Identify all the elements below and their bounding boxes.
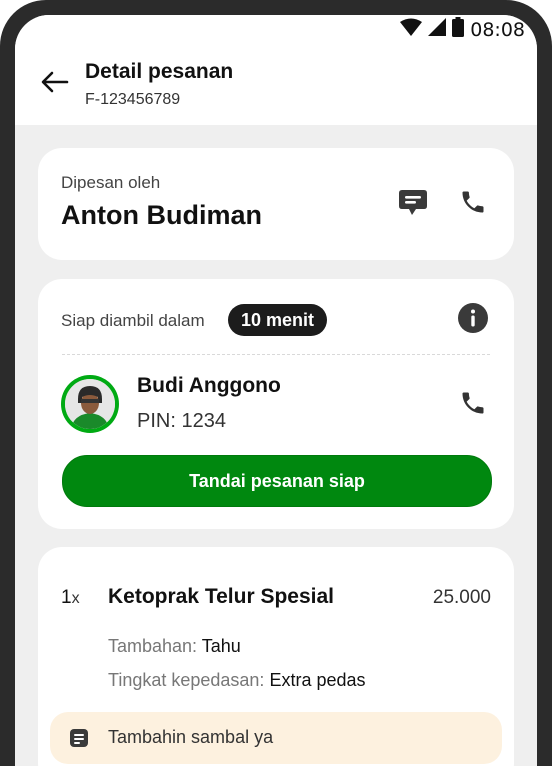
note-text: Tambahin sambal ya (108, 727, 274, 747)
info-icon (457, 302, 489, 339)
addon-label: Tingkat kepedasan: (108, 670, 265, 690)
item-price: 25.000 (432, 587, 491, 608)
battery-icon (452, 17, 465, 42)
customer-name: Anton Budiman (61, 200, 262, 230)
addon-row: Tambahan: Tahu (108, 636, 241, 657)
back-button[interactable] (37, 66, 73, 102)
arrow-left-icon (41, 71, 69, 98)
customer-card: Dipesan oleh Anton Budiman (38, 148, 514, 260)
note-icon (68, 727, 90, 749)
screen: 08:08 Detail pesanan F-123456789 Dipesan… (15, 15, 537, 766)
chat-bubble-icon (397, 186, 429, 223)
call-driver-button[interactable] (455, 387, 491, 423)
addon-label: Tambahan: (108, 636, 198, 656)
driver-avatar (61, 375, 119, 433)
wifi-icon (400, 18, 423, 41)
phone-frame: 08:08 Detail pesanan F-123456789 Dipesan… (0, 0, 552, 766)
item-quantity: 1x (61, 587, 80, 609)
ready-in-label: Siap diambil dalam (61, 311, 205, 330)
driver-pin: PIN: 1234 (137, 410, 226, 432)
pickup-card: Siap diambil dalam 10 menit Budi Anggono… (38, 279, 514, 529)
info-button[interactable] (455, 302, 491, 338)
dashed-divider (62, 354, 490, 355)
call-customer-button[interactable] (455, 186, 491, 222)
phone-icon (459, 389, 487, 422)
ready-time-badge: 10 menit (228, 304, 328, 336)
app-header: Detail pesanan F-123456789 (15, 43, 537, 125)
status-time: 08:08 (470, 18, 525, 41)
addon-row: Tingkat kepedasan: Extra pedas (108, 670, 366, 691)
item-name: Ketoprak Telur Spesial (108, 585, 335, 608)
ordered-by-label: Dipesan oleh (61, 173, 161, 192)
driver-name: Budi Anggono (137, 374, 281, 397)
addon-value: Tahu (201, 636, 241, 656)
order-id: F-123456789 (85, 91, 181, 108)
phone-icon (459, 188, 487, 221)
quantity-number: 1 (61, 587, 72, 608)
customer-note: Tambahin sambal ya (50, 712, 502, 764)
chat-customer-button[interactable] (395, 186, 431, 222)
cellular-signal-icon (428, 18, 447, 41)
mark-order-ready-button[interactable]: Tandai pesanan siap (62, 455, 492, 507)
quantity-suffix: x (71, 590, 80, 607)
page-title: Detail pesanan (85, 60, 234, 83)
driver-photo (65, 379, 115, 429)
status-bar: 08:08 (15, 15, 537, 43)
order-item-card: 1x Ketoprak Telur Spesial 25.000 Tambaha… (38, 547, 514, 766)
addon-value: Extra pedas (269, 670, 366, 690)
status-icons: 08:08 (400, 17, 525, 42)
